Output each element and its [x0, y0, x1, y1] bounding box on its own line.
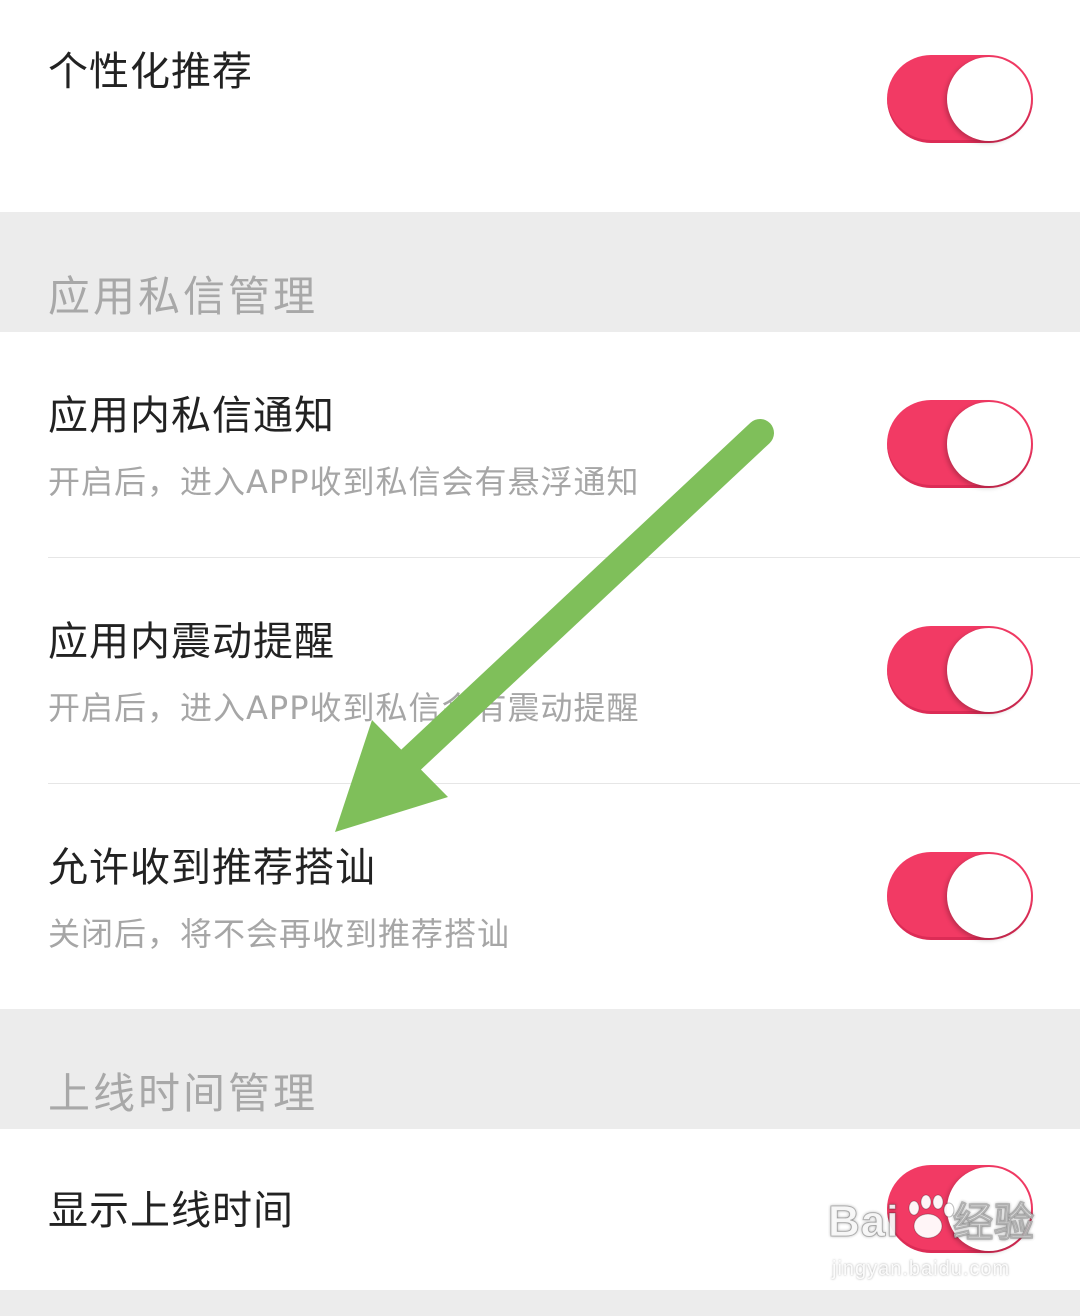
setting-description: 关闭后，将不会再收到推荐搭讪: [48, 915, 511, 953]
toggle-knob: [947, 57, 1031, 141]
settings-group-message: 应用内私信通知 开启后，进入APP收到私信会有悬浮通知 应用内震动提醒 开启后，…: [0, 332, 1080, 1009]
section-header-message: 应用私信管理: [0, 212, 1080, 332]
section-header-label: 上线时间管理: [48, 1069, 319, 1118]
in-app-message-notify-toggle[interactable]: [887, 400, 1033, 488]
setting-row-allow-recommend-chat[interactable]: 允许收到推荐搭讪 关闭后，将不会再收到推荐搭讪: [0, 784, 1080, 1009]
setting-title: 显示上线时间: [48, 1188, 294, 1234]
settings-group-recommend: 个性化推荐: [0, 0, 1080, 212]
section-header-online-time: 上线时间管理: [0, 1009, 1080, 1129]
toggle-knob: [947, 854, 1031, 938]
setting-title: 应用内震动提醒: [48, 619, 335, 665]
allow-recommend-chat-toggle[interactable]: [887, 852, 1033, 940]
setting-row-in-app-message-notify[interactable]: 应用内私信通知 开启后，进入APP收到私信会有悬浮通知: [0, 332, 1080, 558]
section-header-label: 应用私信管理: [48, 272, 319, 321]
setting-row-show-online-time[interactable]: 显示上线时间: [0, 1129, 1080, 1290]
settings-page: 个性化推荐 应用私信管理 应用内私信通知 开启后，进入APP收到私信会有悬浮通知…: [0, 0, 1080, 1316]
setting-title: 个性化推荐: [48, 49, 253, 95]
setting-row-in-app-vibrate[interactable]: 应用内震动提醒 开启后，进入APP收到私信会有震动提醒: [0, 558, 1080, 784]
setting-row-personalized-recommend[interactable]: 个性化推荐: [0, 0, 1080, 212]
settings-group-online-time: 显示上线时间: [0, 1129, 1080, 1290]
setting-title: 应用内私信通知: [48, 393, 335, 439]
show-online-time-toggle[interactable]: [887, 1165, 1033, 1253]
toggle-knob: [947, 628, 1031, 712]
toggle-knob: [947, 1167, 1031, 1251]
setting-description: 开启后，进入APP收到私信会有悬浮通知: [48, 463, 640, 501]
setting-description: 开启后，进入APP收到私信会有震动提醒: [48, 689, 640, 727]
setting-title: 允许收到推荐搭讪: [48, 845, 376, 891]
in-app-vibrate-toggle[interactable]: [887, 626, 1033, 714]
toggle-knob: [947, 402, 1031, 486]
personalized-recommend-toggle[interactable]: [887, 55, 1033, 143]
